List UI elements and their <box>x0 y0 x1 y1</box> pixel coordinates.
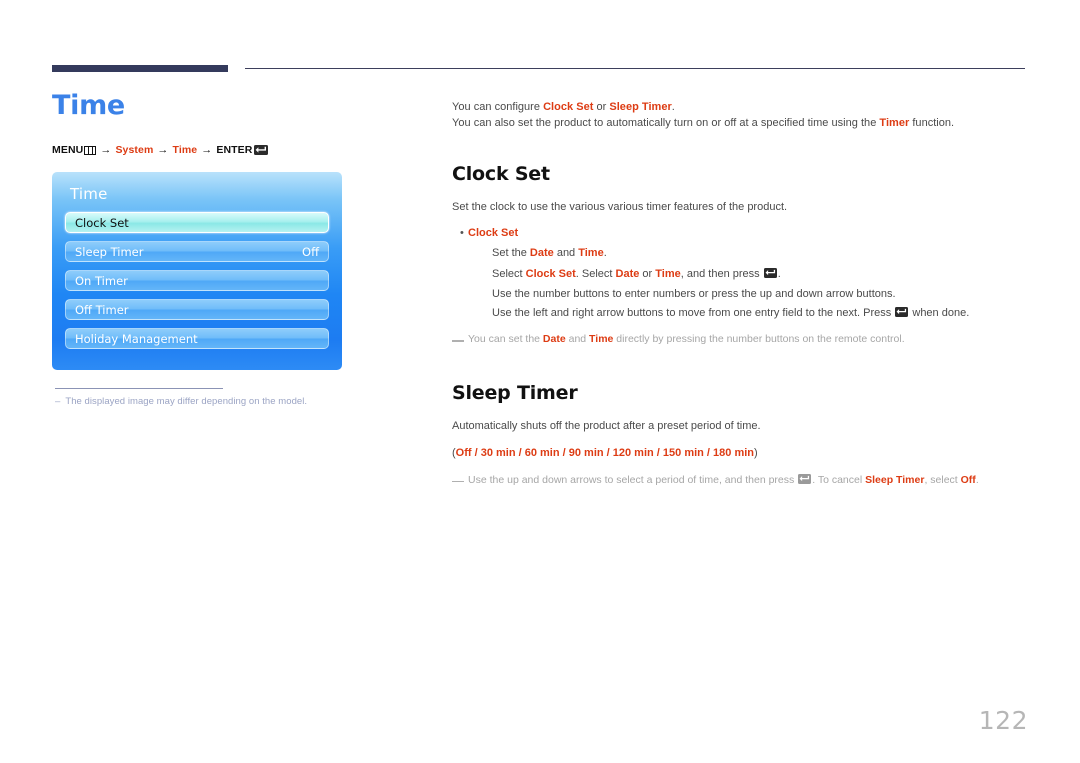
breadcrumb-item-system: System <box>115 144 154 156</box>
sl1-accent-date: Date <box>529 247 554 260</box>
bullet-title-clock-set: Clock Set <box>468 226 519 239</box>
st-note-accent-sleep-timer: Sleep Timer <box>865 473 925 486</box>
osd-row-label: Holiday Management <box>75 331 198 346</box>
note-b: and <box>565 333 590 346</box>
osd-title: Time <box>70 185 108 203</box>
clock-set-subline-1: Set the Date and Time. <box>492 246 1030 261</box>
clock-set-subline-2: Select Clock Set. Select Date or Time, a… <box>492 267 1030 282</box>
osd-row-label: Off Timer <box>75 302 129 317</box>
figure-note-divider <box>55 388 223 389</box>
figure-note-text: The displayed image may differ depending… <box>65 396 308 407</box>
note-a: You can set the <box>468 333 543 346</box>
osd-row-label: Sleep Timer <box>75 244 144 259</box>
note-c: directly by pressing the number buttons … <box>613 333 905 346</box>
sl1-a: Set the <box>492 247 530 260</box>
sl2-c: or <box>639 267 656 280</box>
sl2-accent-time: Time <box>655 267 681 280</box>
sl1-b: and <box>553 247 579 260</box>
osd-row-off-timer[interactable]: Off Timer <box>65 299 329 320</box>
clock-set-bullet-block: • Clock Set Set the Date and Time. Selec… <box>452 226 1030 321</box>
bullet-dot-icon: • <box>460 226 464 239</box>
osd-row-sleep-timer[interactable]: Sleep Timer Off <box>65 241 329 262</box>
menu-bars-icon <box>84 145 97 155</box>
section-heading-clock-set: Clock Set <box>452 163 550 186</box>
breadcrumb-arrow-2: → <box>157 144 169 156</box>
st-note-a: Use the up and down arrows to select a p… <box>468 473 798 486</box>
options-list: Off / 30 min / 60 min / 90 min / 120 min… <box>455 447 755 460</box>
st-note-accent-off: Off <box>960 473 976 486</box>
sl4-b: when done. <box>909 306 970 319</box>
osd-row-holiday-management[interactable]: Holiday Management <box>65 328 329 349</box>
sl4-a: Use the left and right arrow buttons to … <box>492 306 895 319</box>
osd-menu-figure: Time Clock Set Sleep Timer Off On Timer … <box>52 172 342 370</box>
sl2-e: . <box>777 267 781 280</box>
st-note-b: . To cancel <box>812 473 866 486</box>
breadcrumb-menu-label: MENU <box>52 144 84 156</box>
sl1-c: . <box>603 247 607 260</box>
sl2-a: Select <box>492 267 526 280</box>
page-number: 122 <box>978 706 1028 735</box>
sleep-timer-note: Use the up and down arrows to select a p… <box>452 474 1030 488</box>
intro-text-c: . <box>671 101 675 113</box>
st-note-d: . <box>975 473 979 486</box>
intro-text-e: function. <box>909 116 955 129</box>
breadcrumb: MENU → System → Time → ENTER <box>52 144 422 156</box>
right-column: You can configure Clock Set or Sleep Tim… <box>452 100 1030 488</box>
intro-text-b: or <box>593 101 610 113</box>
intro-line-2: You can also set the product to automati… <box>452 116 1030 131</box>
left-column: Time MENU → System → Time → ENTER Time C… <box>52 92 422 407</box>
header-rule-thin <box>245 68 1025 69</box>
sl1-accent-time: Time <box>578 247 604 260</box>
intro-accent-sleep-timer: Sleep Timer <box>609 101 672 113</box>
section-heading-sleep-timer: Sleep Timer <box>452 381 578 404</box>
breadcrumb-arrow-3: → <box>201 144 213 156</box>
intro-accent-clock-set: Clock Set <box>543 101 594 113</box>
options-close-paren: ) <box>754 447 758 460</box>
header-rule-thick <box>52 65 228 72</box>
figure-note: – The displayed image may differ dependi… <box>55 396 422 407</box>
st-note-c: , select <box>924 473 961 486</box>
sl2-d: , and then press <box>680 267 763 280</box>
enter-return-icon <box>798 474 812 484</box>
osd-row-label: On Timer <box>75 273 128 288</box>
figure-note-dash: – <box>55 396 61 407</box>
intro-text-d: You can also set the product to automati… <box>452 116 880 129</box>
clock-set-intro: Set the clock to use the various various… <box>452 201 788 214</box>
note-text: You can set the Date and Time directly b… <box>468 333 905 347</box>
note-accent-time: Time <box>589 333 614 346</box>
osd-row-clock-set[interactable]: Clock Set <box>65 212 329 233</box>
breadcrumb-arrow-1: → <box>100 144 112 156</box>
sl2-accent-clock-set: Clock Set <box>525 267 576 280</box>
clock-set-sublines: Set the Date and Time. Select Clock Set.… <box>492 246 1030 320</box>
breadcrumb-enter-label: ENTER <box>216 144 253 156</box>
sl2-accent-date: Date <box>615 267 640 280</box>
sleep-timer-intro: Automatically shuts off the product afte… <box>452 419 761 432</box>
clock-set-subline-3: Use the number buttons to enter numbers … <box>492 288 896 301</box>
note-dash-icon <box>452 480 464 483</box>
intro-accent-timer: Timer <box>879 116 910 129</box>
osd-row-on-timer[interactable]: On Timer <box>65 270 329 291</box>
enter-return-icon <box>895 307 909 317</box>
sleep-timer-options: (Off / 30 min / 60 min / 90 min / 120 mi… <box>452 446 1030 461</box>
note-dash-icon <box>452 340 464 342</box>
intro-line-1: You can configure Clock Set or Sleep Tim… <box>452 100 1030 115</box>
bullet-row: • Clock Set <box>452 226 1030 241</box>
osd-row-value: Off <box>302 244 319 259</box>
note-text: Use the up and down arrows to select a p… <box>468 474 979 488</box>
sl2-b: . Select <box>575 267 616 280</box>
clock-set-note: You can set the Date and Time directly b… <box>452 333 1030 347</box>
enter-return-icon <box>254 145 269 155</box>
page-title: Time <box>52 90 125 121</box>
note-accent-date: Date <box>542 333 566 346</box>
osd-row-label: Clock Set <box>75 215 129 230</box>
intro-text-a: You can configure <box>452 101 544 113</box>
breadcrumb-item-time: Time <box>172 144 198 156</box>
enter-return-icon <box>763 268 777 278</box>
clock-set-subline-4: Use the left and right arrow buttons to … <box>492 306 1030 321</box>
